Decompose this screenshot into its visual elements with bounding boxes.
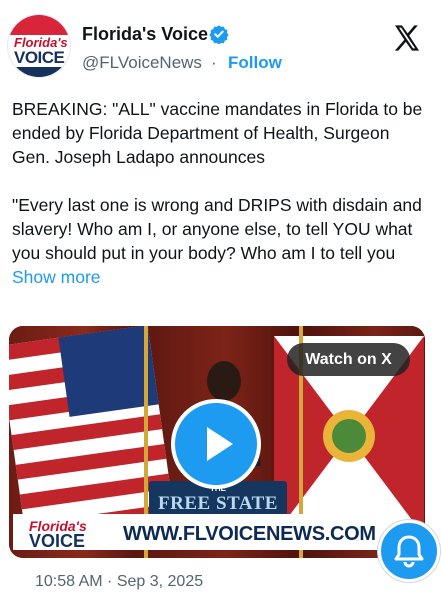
follow-button[interactable]: Follow bbox=[228, 53, 282, 73]
play-icon bbox=[207, 427, 233, 461]
x-logo-icon[interactable] bbox=[391, 22, 423, 54]
notification-bell-icon bbox=[394, 535, 424, 568]
play-button[interactable] bbox=[171, 399, 261, 489]
post-paragraph-1: BREAKING: "ALL" vaccine mandates in Flor… bbox=[12, 99, 423, 167]
post-paragraph-2-text: "Every last one is wrong and DRIPS with … bbox=[12, 195, 422, 263]
avatar-red-band bbox=[8, 15, 70, 35]
separator-dot: · bbox=[211, 53, 217, 72]
avatar[interactable]: Florida's VOICE bbox=[7, 14, 71, 78]
avatar-navy-band bbox=[8, 67, 70, 77]
verified-badge-icon bbox=[209, 25, 229, 44]
podium-text-large: FREE STATE bbox=[158, 493, 278, 514]
post-card: Florida's VOICE Florida's Voice @FLVoice… bbox=[0, 0, 442, 600]
notification-button[interactable] bbox=[378, 520, 440, 582]
banner-url: WWW.FLVOICENEWS.COM bbox=[123, 523, 376, 545]
watch-on-x-button[interactable]: Watch on X bbox=[287, 343, 410, 376]
banner-logo-line2: VOICE bbox=[29, 531, 86, 551]
display-name[interactable]: Florida's Voice bbox=[82, 24, 208, 45]
account-handle[interactable]: @FLVoiceNews bbox=[82, 53, 202, 73]
post-paragraph-2: "Every last one is wrong and DRIPS with … bbox=[12, 193, 432, 289]
show-more-link[interactable]: Show more bbox=[12, 267, 101, 287]
post-timestamp[interactable]: 10:58 AM · Sep 3, 2025 bbox=[35, 573, 203, 591]
avatar-logo-line2: VOICE bbox=[14, 48, 65, 67]
post-text: BREAKING: "ALL" vaccine mandates in Flor… bbox=[12, 97, 432, 289]
